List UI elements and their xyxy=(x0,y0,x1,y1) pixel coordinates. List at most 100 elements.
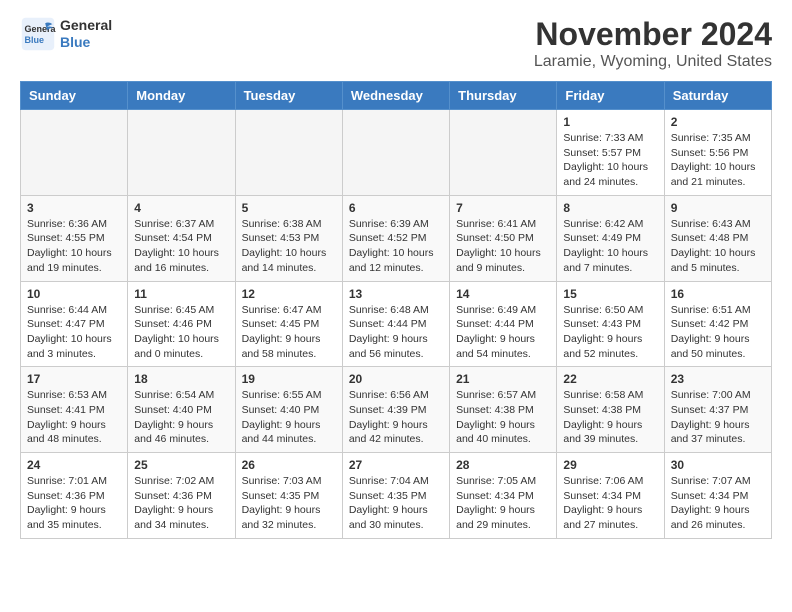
day-info: Sunrise: 6:55 AM Sunset: 4:40 PM Dayligh… xyxy=(242,388,336,447)
week-row-3: 17 Sunrise: 6:53 AM Sunset: 4:41 PM Dayli… xyxy=(21,367,772,453)
day-info: Sunrise: 6:57 AM Sunset: 4:38 PM Dayligh… xyxy=(456,388,550,447)
day-info: Sunrise: 7:07 AM Sunset: 4:34 PM Dayligh… xyxy=(671,474,765,533)
day-info: Sunrise: 6:43 AM Sunset: 4:48 PM Dayligh… xyxy=(671,217,765,276)
day-number: 10 xyxy=(27,287,121,301)
weekday-header-saturday: Saturday xyxy=(664,82,771,110)
day-number: 29 xyxy=(563,458,657,472)
day-cell: 9 Sunrise: 6:43 AM Sunset: 4:48 PM Daylig… xyxy=(664,195,771,281)
day-number: 22 xyxy=(563,372,657,386)
weekday-header-tuesday: Tuesday xyxy=(235,82,342,110)
day-number: 20 xyxy=(349,372,443,386)
day-info: Sunrise: 7:05 AM Sunset: 4:34 PM Dayligh… xyxy=(456,474,550,533)
weekday-header-sunday: Sunday xyxy=(21,82,128,110)
day-info: Sunrise: 6:45 AM Sunset: 4:46 PM Dayligh… xyxy=(134,303,228,362)
week-row-1: 3 Sunrise: 6:36 AM Sunset: 4:55 PM Daylig… xyxy=(21,195,772,281)
weekday-header-monday: Monday xyxy=(128,82,235,110)
day-number: 18 xyxy=(134,372,228,386)
day-info: Sunrise: 6:51 AM Sunset: 4:42 PM Dayligh… xyxy=(671,303,765,362)
day-info: Sunrise: 7:06 AM Sunset: 4:34 PM Dayligh… xyxy=(563,474,657,533)
day-number: 2 xyxy=(671,115,765,129)
day-number: 16 xyxy=(671,287,765,301)
day-info: Sunrise: 6:58 AM Sunset: 4:38 PM Dayligh… xyxy=(563,388,657,447)
day-cell xyxy=(342,110,449,196)
day-info: Sunrise: 6:39 AM Sunset: 4:52 PM Dayligh… xyxy=(349,217,443,276)
day-info: Sunrise: 7:33 AM Sunset: 5:57 PM Dayligh… xyxy=(563,131,657,190)
weekday-header-row: SundayMondayTuesdayWednesdayThursdayFrid… xyxy=(21,82,772,110)
day-cell xyxy=(128,110,235,196)
day-cell: 8 Sunrise: 6:42 AM Sunset: 4:49 PM Daylig… xyxy=(557,195,664,281)
day-cell: 13Sunrise: 6:48 AM Sunset: 4:44 PM Dayli… xyxy=(342,281,449,367)
day-cell: 11 Sunrise: 6:45 AM Sunset: 4:46 PM Dayli… xyxy=(128,281,235,367)
logo-icon: General Blue xyxy=(20,16,56,52)
svg-text:General: General xyxy=(25,24,57,34)
day-number: 11 xyxy=(134,287,228,301)
day-info: Sunrise: 6:48 AM Sunset: 4:44 PM Dayligh… xyxy=(349,303,443,362)
weekday-header-wednesday: Wednesday xyxy=(342,82,449,110)
day-cell: 30 Sunrise: 7:07 AM Sunset: 4:34 PM Dayli… xyxy=(664,453,771,539)
day-number: 25 xyxy=(134,458,228,472)
week-row-4: 24Sunrise: 7:01 AM Sunset: 4:36 PM Dayli… xyxy=(21,453,772,539)
day-cell: 17 Sunrise: 6:53 AM Sunset: 4:41 PM Dayli… xyxy=(21,367,128,453)
day-number: 3 xyxy=(27,201,121,215)
day-cell: 12Sunrise: 6:47 AM Sunset: 4:45 PM Dayli… xyxy=(235,281,342,367)
svg-text:Blue: Blue xyxy=(25,35,45,45)
day-cell: 26Sunrise: 7:03 AM Sunset: 4:35 PM Dayli… xyxy=(235,453,342,539)
day-info: Sunrise: 6:42 AM Sunset: 4:49 PM Dayligh… xyxy=(563,217,657,276)
day-number: 9 xyxy=(671,201,765,215)
day-cell: 7Sunrise: 6:41 AM Sunset: 4:50 PM Daylig… xyxy=(450,195,557,281)
day-info: Sunrise: 6:41 AM Sunset: 4:50 PM Dayligh… xyxy=(456,217,550,276)
day-info: Sunrise: 6:38 AM Sunset: 4:53 PM Dayligh… xyxy=(242,217,336,276)
day-cell: 29 Sunrise: 7:06 AM Sunset: 4:34 PM Dayli… xyxy=(557,453,664,539)
day-cell: 18Sunrise: 6:54 AM Sunset: 4:40 PM Dayli… xyxy=(128,367,235,453)
weekday-header-thursday: Thursday xyxy=(450,82,557,110)
day-info: Sunrise: 6:44 AM Sunset: 4:47 PM Dayligh… xyxy=(27,303,121,362)
day-cell: 5 Sunrise: 6:38 AM Sunset: 4:53 PM Daylig… xyxy=(235,195,342,281)
day-info: Sunrise: 7:35 AM Sunset: 5:56 PM Dayligh… xyxy=(671,131,765,190)
day-cell: 24Sunrise: 7:01 AM Sunset: 4:36 PM Dayli… xyxy=(21,453,128,539)
day-number: 17 xyxy=(27,372,121,386)
title-area: November 2024 Laramie, Wyoming, United S… xyxy=(534,16,772,71)
week-row-2: 10 Sunrise: 6:44 AM Sunset: 4:47 PM Dayli… xyxy=(21,281,772,367)
day-number: 21 xyxy=(456,372,550,386)
day-info: Sunrise: 7:00 AM Sunset: 4:37 PM Dayligh… xyxy=(671,388,765,447)
day-number: 4 xyxy=(134,201,228,215)
day-cell: 15Sunrise: 6:50 AM Sunset: 4:43 PM Dayli… xyxy=(557,281,664,367)
day-number: 28 xyxy=(456,458,550,472)
day-number: 30 xyxy=(671,458,765,472)
calendar-table: SundayMondayTuesdayWednesdayThursdayFrid… xyxy=(20,81,772,539)
day-cell: 27 Sunrise: 7:04 AM Sunset: 4:35 PM Dayli… xyxy=(342,453,449,539)
day-number: 1 xyxy=(563,115,657,129)
day-cell xyxy=(21,110,128,196)
day-info: Sunrise: 6:37 AM Sunset: 4:54 PM Dayligh… xyxy=(134,217,228,276)
day-cell: 2 Sunrise: 7:35 AM Sunset: 5:56 PM Daylig… xyxy=(664,110,771,196)
header: General Blue General Blue November 2024 … xyxy=(20,16,772,71)
day-cell: 25 Sunrise: 7:02 AM Sunset: 4:36 PM Dayli… xyxy=(128,453,235,539)
location-title: Laramie, Wyoming, United States xyxy=(534,53,772,71)
day-info: Sunrise: 7:02 AM Sunset: 4:36 PM Dayligh… xyxy=(134,474,228,533)
logo: General Blue General Blue xyxy=(20,16,112,52)
day-cell: 19 Sunrise: 6:55 AM Sunset: 4:40 PM Dayli… xyxy=(235,367,342,453)
day-info: Sunrise: 6:50 AM Sunset: 4:43 PM Dayligh… xyxy=(563,303,657,362)
day-cell: 3 Sunrise: 6:36 AM Sunset: 4:55 PM Daylig… xyxy=(21,195,128,281)
week-row-0: 1 Sunrise: 7:33 AM Sunset: 5:57 PM Daylig… xyxy=(21,110,772,196)
day-info: Sunrise: 7:03 AM Sunset: 4:35 PM Dayligh… xyxy=(242,474,336,533)
day-cell: 22 Sunrise: 6:58 AM Sunset: 4:38 PM Dayli… xyxy=(557,367,664,453)
day-info: Sunrise: 7:04 AM Sunset: 4:35 PM Dayligh… xyxy=(349,474,443,533)
day-info: Sunrise: 6:49 AM Sunset: 4:44 PM Dayligh… xyxy=(456,303,550,362)
day-info: Sunrise: 6:36 AM Sunset: 4:55 PM Dayligh… xyxy=(27,217,121,276)
day-info: Sunrise: 6:53 AM Sunset: 4:41 PM Dayligh… xyxy=(27,388,121,447)
day-number: 8 xyxy=(563,201,657,215)
day-cell: 4 Sunrise: 6:37 AM Sunset: 4:54 PM Daylig… xyxy=(128,195,235,281)
day-cell: 1 Sunrise: 7:33 AM Sunset: 5:57 PM Daylig… xyxy=(557,110,664,196)
day-cell xyxy=(235,110,342,196)
day-cell: 28 Sunrise: 7:05 AM Sunset: 4:34 PM Dayli… xyxy=(450,453,557,539)
day-number: 27 xyxy=(349,458,443,472)
day-info: Sunrise: 6:47 AM Sunset: 4:45 PM Dayligh… xyxy=(242,303,336,362)
day-cell: 23Sunrise: 7:00 AM Sunset: 4:37 PM Dayli… xyxy=(664,367,771,453)
day-number: 19 xyxy=(242,372,336,386)
day-number: 5 xyxy=(242,201,336,215)
day-number: 24 xyxy=(27,458,121,472)
day-cell: 21 Sunrise: 6:57 AM Sunset: 4:38 PM Dayli… xyxy=(450,367,557,453)
day-cell: 14Sunrise: 6:49 AM Sunset: 4:44 PM Dayli… xyxy=(450,281,557,367)
day-number: 6 xyxy=(349,201,443,215)
